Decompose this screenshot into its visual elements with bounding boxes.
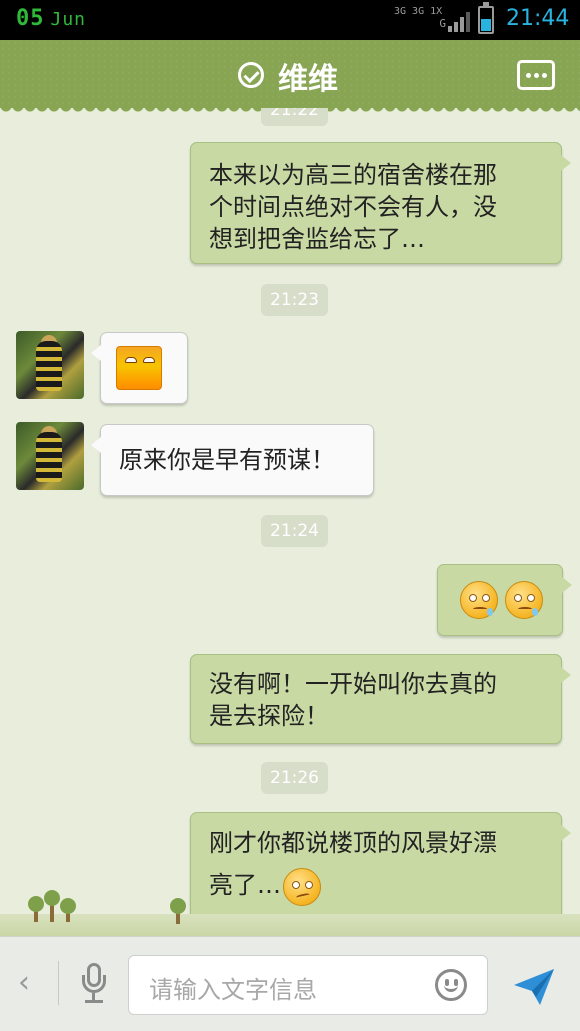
message-text-line: 是去探险！: [209, 702, 329, 730]
status-month: Jun: [50, 9, 87, 30]
tree-decoration: [60, 898, 76, 922]
background-scenery: [0, 914, 580, 936]
contact-avatar[interactable]: [16, 331, 84, 399]
timestamp: 21:26: [261, 762, 328, 794]
tree-decoration: [28, 896, 44, 922]
tree-decoration: [44, 890, 60, 922]
send-arrow-icon[interactable]: [512, 967, 556, 1007]
collapse-toggle-icon[interactable]: ‹: [18, 965, 30, 1000]
status-bar: 05 Jun 3G 3G 1X G 21:44: [0, 0, 580, 40]
message-input-placeholder: 请输入文字信息: [149, 976, 317, 1004]
message-incoming[interactable]: 原来你是早有预谋！: [91, 424, 374, 496]
divider: [58, 961, 59, 1005]
confused-emoji: [283, 868, 321, 906]
chat-area[interactable]: 21:22 本来以为高三的宿舍楼在那 个时间点绝对不会有人，没 想到把舍监给忘了…: [0, 108, 580, 936]
message-text-line: 没有啊！一开始叫你去真的: [209, 670, 497, 698]
input-bar: ‹ 请输入文字信息: [0, 936, 580, 1031]
contact-name[interactable]: 维维: [278, 54, 338, 98]
message-text-line: 想到把舍监给忘了…: [209, 225, 425, 253]
more-menu-icon[interactable]: [517, 60, 555, 90]
sweat-emoji: [460, 581, 498, 619]
message-outgoing[interactable]: 没有啊！一开始叫你去真的 是去探险！: [190, 654, 571, 744]
message-text: 原来你是早有预谋！: [119, 446, 335, 474]
timestamp: 21:22: [261, 108, 328, 126]
message-text-line: 刚才你都说楼顶的风景好漂: [209, 829, 497, 857]
message-outgoing-emojis[interactable]: [437, 564, 572, 636]
message-input[interactable]: 请输入文字信息: [128, 955, 488, 1015]
status-date: 05 Jun: [16, 6, 86, 31]
tree-decoration: [170, 898, 186, 924]
microphone-icon[interactable]: [80, 963, 108, 1007]
message-text-line: 亮了…: [209, 869, 543, 901]
signal-icon: [448, 12, 470, 32]
message-text-line: 本来以为高三的宿舍楼在那: [209, 161, 497, 189]
message-outgoing[interactable]: 本来以为高三的宿舍楼在那 个时间点绝对不会有人，没 想到把舍监给忘了…: [190, 142, 571, 264]
smiley-icon[interactable]: [435, 969, 467, 1001]
network-label: G: [439, 17, 446, 30]
message-text-tail: 亮了…: [209, 871, 281, 899]
message-text-line: 个时间点绝对不会有人，没: [209, 193, 497, 221]
chat-header: 维维: [0, 40, 580, 114]
sweat-emoji: [505, 581, 543, 619]
network-indicator: 3G 3G 1X G: [394, 6, 450, 30]
angry-fire-sticker: [116, 346, 162, 390]
timestamp: 21:23: [261, 284, 328, 316]
status-time: 21:44: [506, 6, 570, 31]
battery-icon: [478, 2, 494, 34]
status-day: 05: [16, 6, 45, 31]
contact-avatar[interactable]: [16, 422, 84, 490]
message-outgoing[interactable]: 刚才你都说楼顶的风景好漂 亮了…: [190, 812, 571, 924]
timestamp: 21:24: [261, 515, 328, 547]
verified-check-icon: [238, 62, 264, 88]
